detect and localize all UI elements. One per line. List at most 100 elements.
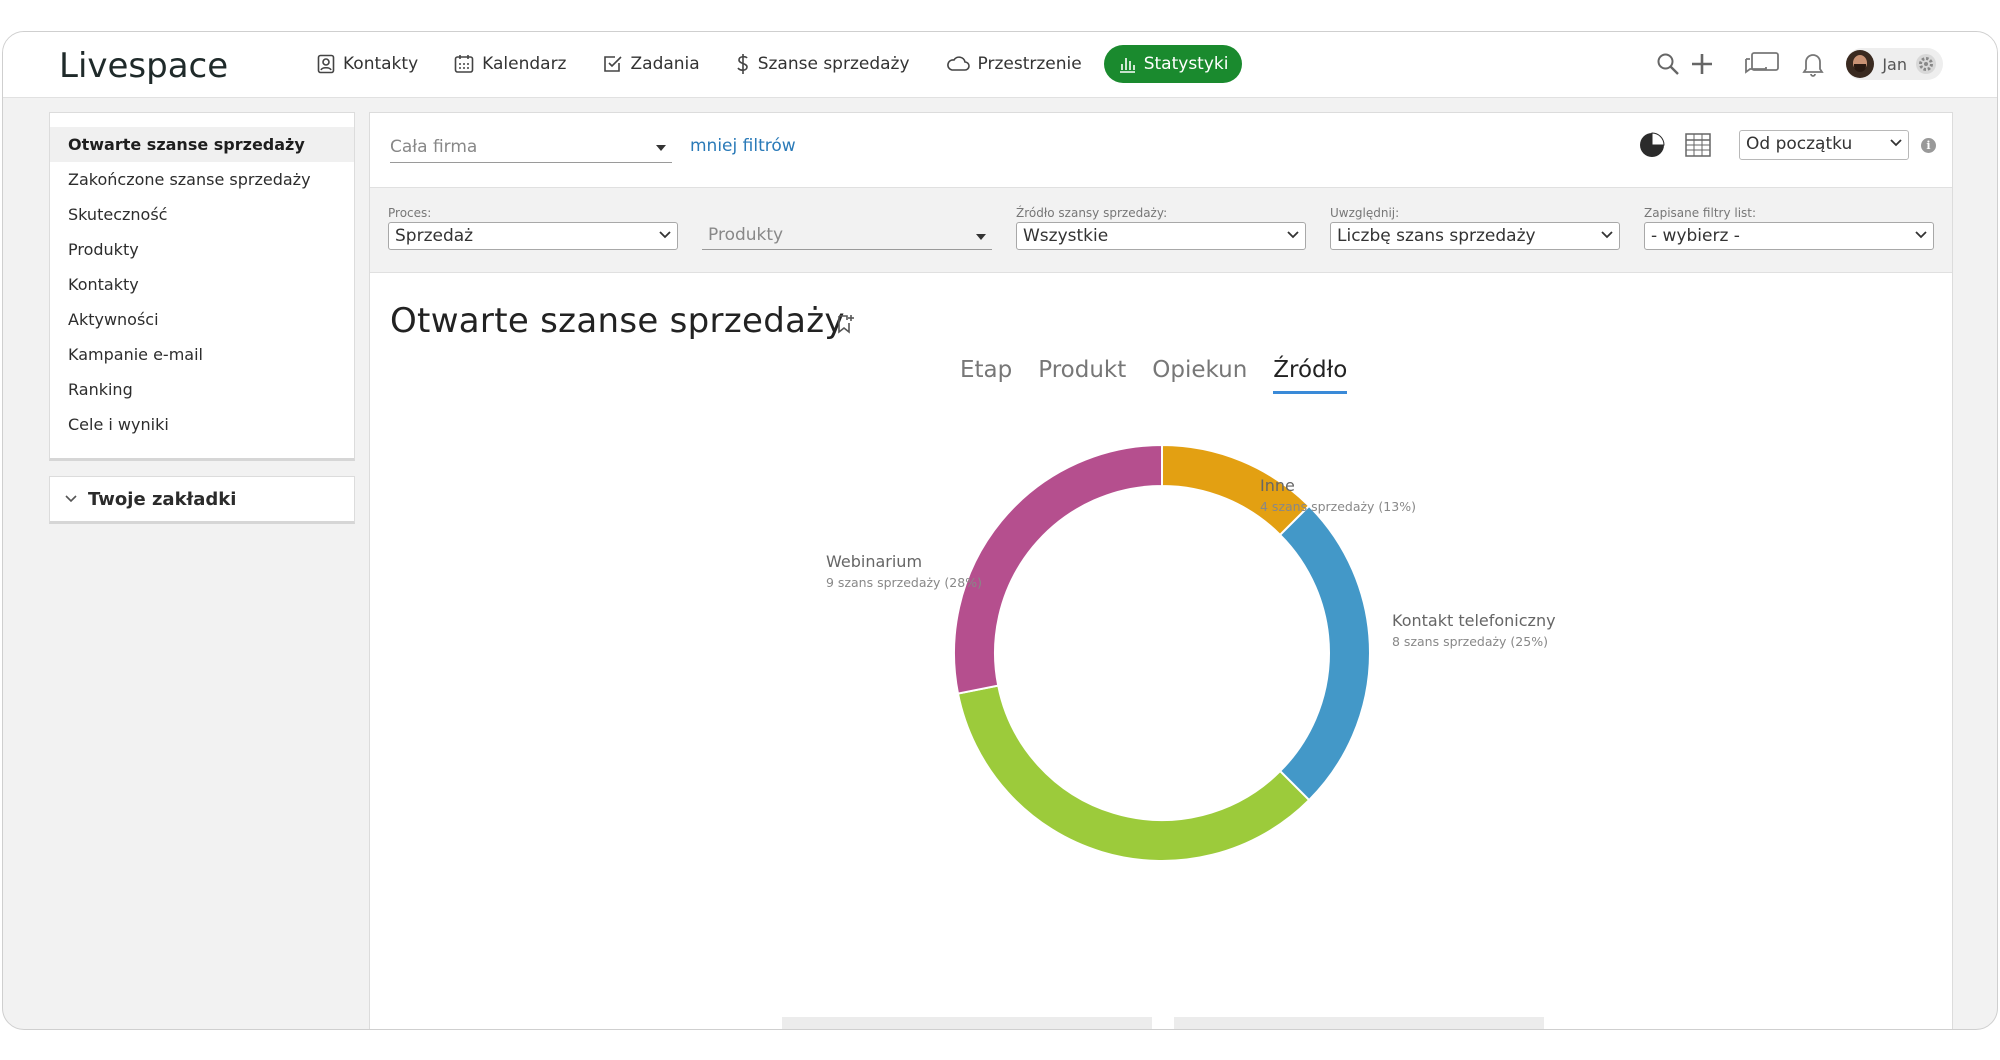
sidebar-item-kampanie-email[interactable]: Kampanie e-mail: [50, 337, 354, 372]
bookmarks-toggle[interactable]: Twoje zakładki: [49, 476, 355, 524]
stat-card-open-count: 32: [782, 1017, 1152, 1029]
chat-icon: [1745, 52, 1780, 74]
nav-label: Zadania: [630, 54, 700, 74]
filter-value: Sprzedaż: [395, 226, 474, 246]
filter-produkty: Produkty: [702, 206, 992, 250]
tab-etap[interactable]: Etap: [960, 357, 1012, 394]
nav-kalendarz[interactable]: Kalendarz: [440, 45, 580, 83]
view-controls: Od początku i: [1639, 129, 1936, 161]
less-filters-link[interactable]: mniej filtrów: [690, 136, 796, 156]
nav-przestrzenie[interactable]: Przestrzenie: [932, 45, 1096, 83]
donut-slice-strona-internetowa[interactable]: [956, 684, 1311, 862]
info-icon[interactable]: i: [1921, 137, 1936, 153]
avatar: [1846, 50, 1875, 78]
bar-chart-icon: [1119, 58, 1135, 73]
scope-value: Cała firma: [390, 137, 478, 157]
chevron-down-icon: [1915, 231, 1927, 239]
bell-icon: [1802, 54, 1825, 77]
header-actions: Jan: [1636, 46, 1943, 82]
uwzglednij-select[interactable]: Liczbę szans sprzedaży: [1330, 222, 1620, 250]
filter-label: [702, 206, 992, 222]
filter-value: Wszystkie: [1023, 226, 1109, 246]
nav-label: Kontakty: [343, 54, 419, 74]
search-button[interactable]: [1656, 52, 1680, 76]
filter-value: Liczbę szans sprzedaży: [1337, 226, 1536, 246]
gear-icon[interactable]: [1915, 53, 1937, 75]
tab-opiekun[interactable]: Opiekun: [1152, 357, 1247, 394]
page-title: Otwarte szanse sprzedaży: [390, 301, 845, 341]
caret-down-icon: [976, 234, 986, 240]
pie-chart-view-icon[interactable]: [1639, 132, 1665, 158]
nav-label: Szanse sprzedaży: [757, 54, 910, 74]
filter-label: Uwzględnij:: [1330, 206, 1400, 220]
sidebar-item-cele-i-wyniki[interactable]: Cele i wyniki: [50, 407, 354, 442]
slice-label-name: Kontakt telefoniczny: [1392, 611, 1556, 630]
statistics-sidebar: Otwarte szanse sprzedaży Zakończone szan…: [49, 112, 355, 461]
sidebar-item-ranking[interactable]: Ranking: [50, 372, 354, 407]
tab-produkt[interactable]: Produkt: [1038, 357, 1126, 394]
sidebar-item-aktywnosci[interactable]: Aktywności: [50, 302, 354, 337]
notifications-button[interactable]: [1802, 51, 1825, 77]
task-check-icon: [603, 56, 622, 72]
nav-szanse-sprzedazy[interactable]: Szanse sprzedaży: [722, 45, 924, 83]
table-view-icon[interactable]: [1685, 133, 1711, 157]
donut-slice-kontakt-telefoniczny[interactable]: [1278, 504, 1371, 802]
filter-zapisane: Zapisane filtry list: - wybierz -: [1644, 206, 1934, 250]
filter-label: Źródło szansy sprzedaży:: [1016, 206, 1168, 220]
slice-label-name: Webinarium: [826, 552, 922, 571]
filter-zrodlo: Źródło szansy sprzedaży: Wszystkie: [1016, 206, 1306, 250]
chevron-down-icon: [659, 231, 671, 239]
nav-label: Kalendarz: [482, 54, 567, 74]
proces-select[interactable]: Sprzedaż: [388, 222, 678, 250]
livespace-logo[interactable]: Livespace: [59, 44, 259, 86]
search-icon: [1657, 53, 1680, 75]
nav-label: Statystyki: [1143, 54, 1229, 74]
chevron-down-icon: [1890, 139, 1902, 147]
zapisane-filtry-select[interactable]: - wybierz -: [1644, 222, 1934, 250]
zrodlo-select[interactable]: Wszystkie: [1016, 222, 1306, 250]
filter-value: - wybierz -: [1651, 226, 1740, 246]
bookmark-add-icon: [838, 315, 854, 334]
filters-panel: Proces: Sprzedaż Produkty Źródło szansy …: [370, 187, 1952, 273]
filter-label: Proces:: [388, 206, 432, 220]
app-window: Livespace Kontakty Kalendarz Zadania Sza…: [2, 31, 1998, 1030]
report-toolbar: Cała firma mniej filtrów Od początku i: [370, 113, 1952, 187]
slice-label-name: Inne: [1260, 476, 1295, 495]
nav-label: Przestrzenie: [977, 54, 1082, 74]
produkty-select[interactable]: Produkty: [702, 222, 992, 250]
nav-kontakty[interactable]: Kontakty: [303, 45, 432, 83]
nav-zadania[interactable]: Zadania: [589, 45, 714, 83]
donut-slice-webinarium[interactable]: [953, 443, 1163, 695]
grouping-tabs: Etap Produkt Opiekun Źródło: [960, 357, 1373, 394]
nav-statystyki[interactable]: Statystyki: [1103, 45, 1243, 83]
sidebar-item-kontakty[interactable]: Kontakty: [50, 267, 354, 302]
calendar-icon: [454, 55, 474, 73]
cloud-icon: [946, 56, 970, 71]
sidebar-item-zakonczone-szanse[interactable]: Zakończone szanse sprzedaży: [50, 162, 354, 197]
scope-select[interactable]: Cała firma: [390, 131, 672, 163]
user-menu[interactable]: Jan: [1846, 48, 1943, 80]
source-donut-chart: Inne 4 szans sprzedaży (13%) Kontakt telef…: [826, 443, 1556, 862]
period-select[interactable]: Od początku: [1739, 130, 1909, 160]
main-panel: Cała firma mniej filtrów Od początku i P…: [369, 112, 1953, 1029]
bookmarks-label: Twoje zakładki: [88, 488, 237, 510]
svg-text:Livespace: Livespace: [59, 46, 228, 86]
plus-icon: [1692, 54, 1713, 74]
sidebar-item-otwarte-szanse[interactable]: Otwarte szanse sprzedaży: [50, 127, 354, 162]
add-bookmark-button[interactable]: [836, 313, 856, 339]
chevron-down-icon: [1287, 231, 1299, 239]
sidebar-item-skutecznosc[interactable]: Skuteczność: [50, 197, 354, 232]
caret-down-icon: [656, 145, 666, 151]
add-button[interactable]: [1690, 52, 1714, 76]
slice-label-detail: 9 szans sprzedaży (28%): [826, 575, 982, 590]
chevron-down-icon: [1601, 231, 1613, 239]
user-name: Jan: [1882, 54, 1907, 74]
filter-label: Zapisane filtry list:: [1644, 206, 1757, 220]
slice-label-detail: 4 szans sprzedaży (13%): [1260, 499, 1416, 514]
period-value: Od początku: [1746, 134, 1853, 154]
tab-zrodlo[interactable]: Źródło: [1273, 357, 1348, 394]
chevron-down-icon: [65, 495, 77, 503]
sidebar-item-produkty[interactable]: Produkty: [50, 232, 354, 267]
top-navigation-bar: Livespace Kontakty Kalendarz Zadania Sza…: [3, 32, 1997, 98]
messages-button[interactable]: [1744, 51, 1780, 77]
